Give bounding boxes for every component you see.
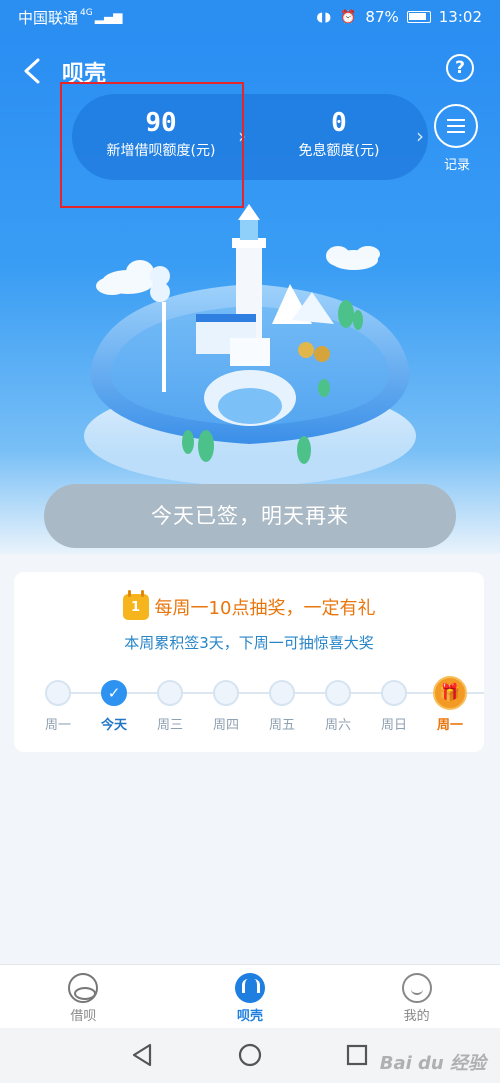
day-fri: 周五 [254, 680, 310, 733]
hero-section: 呗壳 ? 90 新增借呗额度(元) › 0 免息额度(元) › 记录 [0, 34, 500, 554]
promo-title: 每周一10点抽奖，一定有礼 [154, 598, 376, 619]
day-wed: 周三 [142, 680, 198, 733]
promo-row: 1 每周一10点抽奖，一定有礼 [14, 590, 484, 620]
status-bar: 中国联通 4G ▂▄▆ ◖◗ ⏰ 87% 13:02 [0, 0, 500, 34]
day-dot [45, 680, 71, 706]
day-dot [325, 680, 351, 706]
jiebei-icon [68, 973, 99, 1003]
day-label: 周一 [44, 718, 71, 733]
help-icon[interactable]: ? [446, 54, 474, 82]
tab-label: 借呗 [70, 1009, 97, 1024]
day-dot [381, 680, 407, 706]
clock-time: 13:02 [438, 8, 482, 26]
day-sun: 周日 [366, 680, 422, 733]
tab-jiebei[interactable]: 借呗 [0, 965, 167, 1028]
day-dot [157, 680, 183, 706]
back-arrow-icon[interactable] [20, 56, 48, 86]
beike-icon [235, 973, 265, 1003]
day-label: 今天 [100, 718, 127, 733]
tab-label: 我的 [403, 1009, 430, 1024]
nav-recents-icon[interactable] [344, 1042, 370, 1068]
battery-icon [406, 11, 431, 23]
chevron-right-icon: › [416, 124, 424, 148]
week-progress: 周一 ✓ 今天 周三 周四 周五 周六 周日 🎁 周一 [14, 676, 484, 736]
day-label: 周三 [156, 718, 183, 733]
day-label: 周五 [268, 718, 295, 733]
day-dot [269, 680, 295, 706]
record-label: 记录 [443, 158, 470, 173]
baidu-watermark: Bai du 经验 [379, 1053, 486, 1074]
system-nav-bar: Bai du 经验 [0, 1028, 500, 1083]
smiley-icon [401, 973, 432, 1003]
stat-interest-free-value: 0 [331, 108, 347, 138]
calendar-icon: 1 [122, 590, 149, 620]
gift-icon: 🎁 [433, 676, 467, 710]
bottom-tab-bar: 借呗 呗壳 我的 [0, 964, 500, 1028]
weekly-checkin-card: 1 每周一10点抽奖，一定有礼 本周累积签3天，下周一可抽惊喜大奖 周一 ✓ 今… [14, 572, 484, 752]
day-thu: 周四 [198, 680, 254, 733]
signal-icon: ▂▄▆ [94, 10, 123, 24]
battery-percent: 87% [365, 8, 399, 26]
day-label: 周日 [380, 718, 407, 733]
nav-home-icon[interactable] [237, 1042, 263, 1068]
day-label: 周四 [212, 718, 239, 733]
day-label: 周一 [436, 718, 463, 733]
tab-beike[interactable]: 呗壳 [167, 965, 334, 1028]
day-today: ✓ 今天 [86, 680, 142, 733]
day-label: 周六 [324, 718, 351, 733]
day-mon: 周一 [30, 680, 86, 733]
menu-list-icon [434, 104, 478, 148]
stat-interest-free-label: 免息额度(元) [298, 143, 380, 159]
check-icon: ✓ [101, 680, 127, 706]
headset-icon: ◖◗ [316, 9, 333, 25]
stat-interest-free[interactable]: 0 免息额度(元) › [250, 94, 428, 180]
carrier-label: 中国联通 [18, 8, 79, 27]
nav-back-icon[interactable] [130, 1042, 156, 1068]
tab-label: 呗壳 [237, 1009, 264, 1024]
alarm-icon: ⏰ [340, 9, 358, 25]
day-sat: 周六 [310, 680, 366, 733]
day-dot [213, 680, 239, 706]
promo-subtitle: 本周累积签3天，下周一可抽惊喜大奖 [124, 634, 374, 652]
record-button[interactable]: 记录 [434, 104, 480, 173]
signed-in-button[interactable]: 今天已签，明天再来 [44, 484, 456, 548]
network-label: 4G [80, 8, 93, 18]
day-next-mon-gift[interactable]: 🎁 周一 [422, 676, 478, 733]
shell-island-illustration [84, 204, 416, 486]
tab-mine[interactable]: 我的 [333, 965, 500, 1028]
